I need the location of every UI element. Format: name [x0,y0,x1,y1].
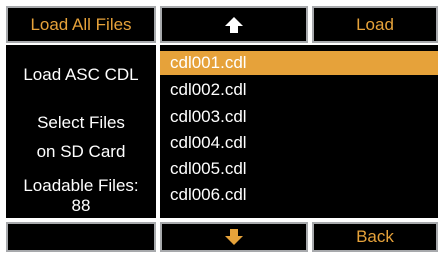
select-files-line2: on SD Card [36,142,126,161]
file-list: cdl001.cdl cdl002.cdl cdl003.cdl cdl004.… [160,45,438,218]
load-all-files-label: Load All Files [30,14,132,34]
select-files-line1: Select Files [37,113,125,132]
loadable-files-label: Loadable Files: [23,176,139,195]
load-all-files-button[interactable]: Load All Files [6,6,156,43]
file-list-item[interactable]: cdl001.cdl [160,51,438,75]
info-panel: Load ASC CDL Select Files on SD Card Loa… [6,45,156,218]
file-name: cdl004.cdl [170,133,247,152]
back-button[interactable]: Back [312,222,438,252]
file-name: cdl002.cdl [170,80,247,99]
loadable-files-count: 88 [71,196,91,215]
blank-button[interactable] [6,222,156,252]
file-list-item[interactable]: cdl006.cdl [160,183,438,207]
scroll-down-button[interactable] [160,222,308,252]
info-title: Load ASC CDL [23,65,139,84]
load-label: Load [356,14,394,34]
arrow-down-icon [225,229,243,245]
load-button[interactable]: Load [312,6,438,43]
file-name: cdl006.cdl [170,185,247,204]
file-list-item[interactable]: cdl003.cdl [160,105,438,129]
file-name: cdl003.cdl [170,107,247,126]
file-list-item[interactable]: cdl004.cdl [160,131,438,155]
arrow-up-icon [225,16,243,33]
file-list-item[interactable]: cdl005.cdl [160,157,438,181]
file-name: cdl005.cdl [170,159,247,178]
file-list-item[interactable]: cdl002.cdl [160,78,438,102]
back-label: Back [356,227,394,246]
file-name: cdl001.cdl [170,53,247,72]
scroll-up-button[interactable] [160,6,308,43]
screen: Load All Files Load Load ASC CDL Select … [0,0,443,255]
